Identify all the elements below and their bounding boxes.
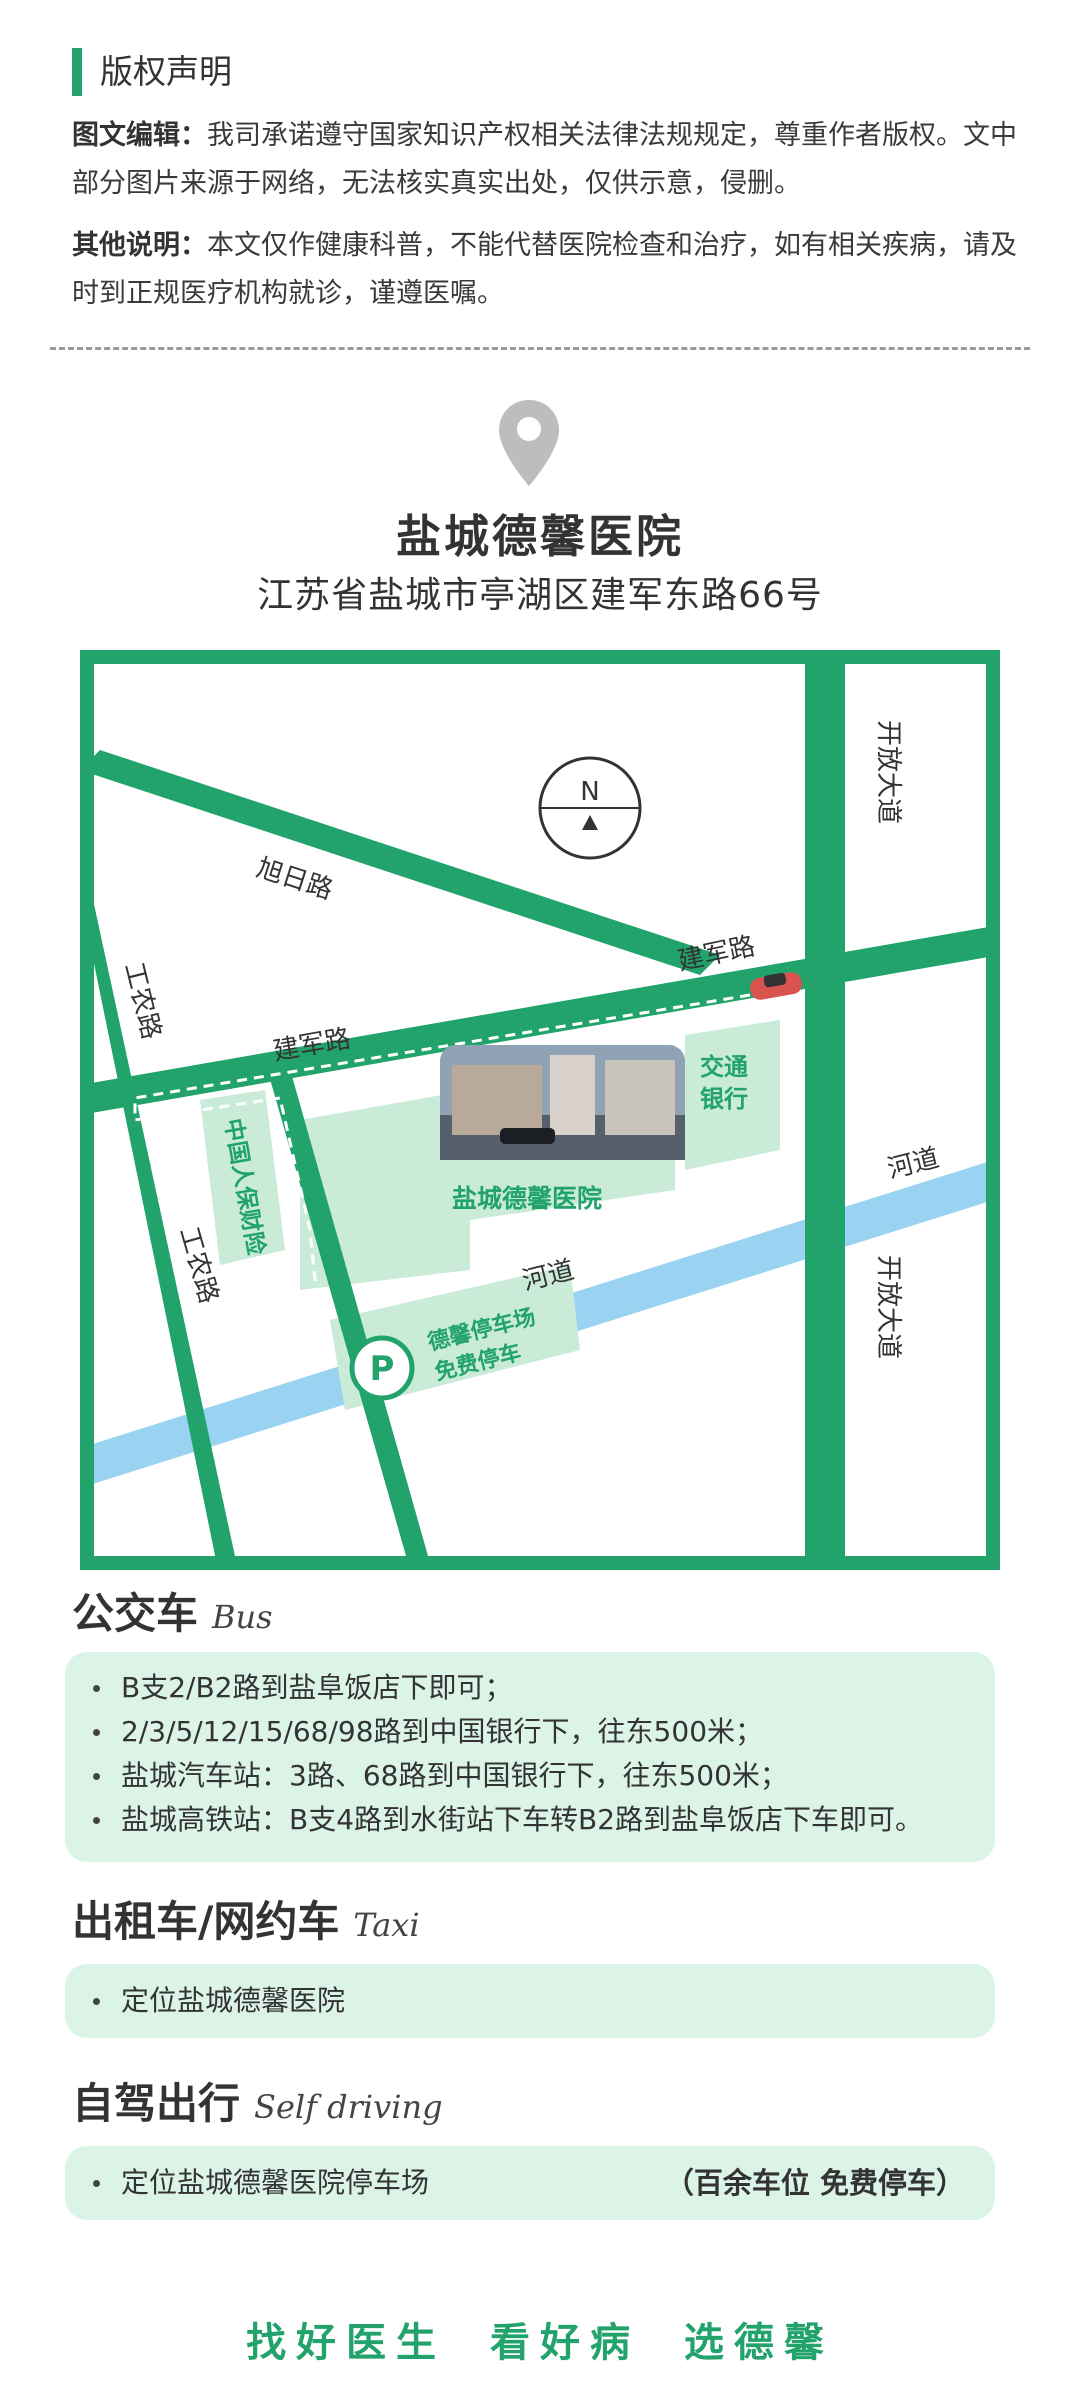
paragraph-text: 本文仅作健康科普，不能代替医院检查和治疗，如有相关疾病，请及时到正规医疗机构就诊… xyxy=(72,230,1017,309)
taxi-section-title: 出租车/网约车 Taxi xyxy=(72,1888,420,1949)
hospital-name: 盐城德馨医院 xyxy=(395,510,684,563)
label-kaifang-bottom: 开放大道 xyxy=(873,1255,903,1359)
bus-item: B支2/B2路到盐阜饭店下即可； xyxy=(65,1666,995,1710)
bus-item: 盐城汽车站：3路、68路到中国银行下，往东500米； xyxy=(65,1754,995,1798)
parking-icon-letter: P xyxy=(370,1349,395,1389)
copyright-paragraph-2: 其他说明：本文仅作健康科普，不能代替医院检查和治疗，如有相关疾病，请及时到正规医… xyxy=(72,222,1032,318)
road-kaifang xyxy=(805,650,845,1570)
bus-title-en: Bus xyxy=(212,1598,273,1636)
section-accent-bar xyxy=(72,48,82,96)
label-kaifang-top: 开放大道 xyxy=(873,720,903,824)
location-pin-icon xyxy=(499,400,559,486)
slogan: 找好医生 看好病 选德馨 xyxy=(246,2320,834,2366)
copyright-paragraph-1: 图文编辑：我司承诺遵守国家知识产权相关法律法规规定，尊重作者版权。文中部分图片来… xyxy=(72,112,1032,208)
drive-section-title: 自驾出行 Self driving xyxy=(72,2070,443,2131)
paragraph-label: 其他说明： xyxy=(72,230,207,261)
label-bank-2: 银行 xyxy=(700,1085,748,1113)
parking-icon: P xyxy=(349,1335,415,1401)
bus-info-box: B支2/B2路到盐阜饭店下即可； 2/3/5/12/15/68/98路到中国银行… xyxy=(65,1652,995,1862)
drive-title-en: Self driving xyxy=(254,2088,443,2126)
bus-item: 盐城高铁站：B支4路到水街站下车转B2路到盐阜饭店下车即可。 xyxy=(65,1798,995,1842)
hospital-photo xyxy=(440,1045,685,1160)
compass-label: N xyxy=(580,777,599,807)
paragraph-label: 图文编辑： xyxy=(72,120,207,151)
paragraph-text: 我司承诺遵守国家知识产权相关法律法规规定，尊重作者版权。文中部分图片来源于网络，… xyxy=(72,120,1017,199)
taxi-item: 定位盐城德馨医院 xyxy=(65,1979,995,2023)
bus-title: 公交车 xyxy=(72,1589,199,1638)
drive-note: （百余车位 免费停车） xyxy=(664,2166,965,2200)
hospital-address: 江苏省盐城市亭湖区建军东路66号 xyxy=(257,575,823,616)
drive-title: 自驾出行 xyxy=(72,2079,241,2128)
divider xyxy=(50,347,1030,350)
taxi-title-en: Taxi xyxy=(353,1906,420,1944)
drive-info-box: 定位盐城德馨医院停车场 （百余车位 免费停车） xyxy=(65,2146,995,2220)
copyright-title: 版权声明 xyxy=(100,52,232,91)
bus-item: 2/3/5/12/15/68/98路到中国银行下，往东500米； xyxy=(65,1710,995,1754)
taxi-info-box: 定位盐城德馨医院 xyxy=(65,1964,995,2038)
compass-icon: N xyxy=(538,756,642,860)
bus-section-title: 公交车 Bus xyxy=(72,1580,273,1641)
label-bank-1: 交通 xyxy=(700,1053,748,1081)
taxi-title: 出租车/网约车 xyxy=(72,1897,340,1946)
label-hospital: 盐城德馨医院 xyxy=(452,1184,602,1213)
location-map: N P 开放大道 开放大道 旭日路 建军路 建军路 工农路 工农路 河道 河道 … xyxy=(80,650,1000,1570)
